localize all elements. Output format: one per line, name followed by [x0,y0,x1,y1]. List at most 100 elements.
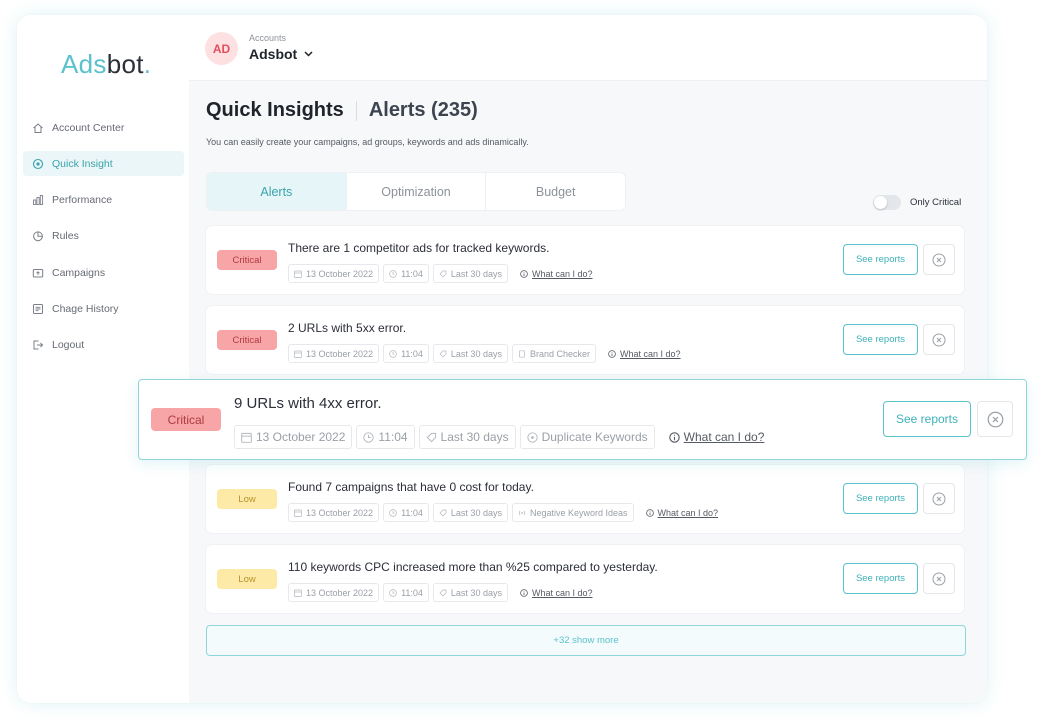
tag-icon [439,509,447,516]
clock-icon [389,588,397,597]
what-can-i-do-link[interactable]: What can I do? [608,349,681,359]
close-circle-icon [987,411,1003,427]
dismiss-button[interactable] [923,483,955,514]
severity-badge: Low [217,489,277,509]
sidebar-item-account-center[interactable]: Account Center [23,115,184,140]
dismiss-button[interactable] [977,401,1013,437]
range-chip: Last 30 days [432,344,508,363]
what-can-i-do-link[interactable]: What can I do? [520,588,593,598]
topbar: AD Accounts Adsbot [189,15,987,81]
sidebar-item-campaigns[interactable]: Campaigns [23,260,184,285]
time-chip: 11:04 [383,264,429,283]
alert-meta: 13 October 2022 11:04 Last 30 days Brand… [288,344,681,363]
home-icon [33,122,43,133]
see-reports-button[interactable]: See reports [843,483,918,514]
sidebar: Adsbot. Account Center Quick Insight Per… [17,15,190,703]
calendar-icon [294,509,302,517]
title-divider [355,100,357,121]
sidebar-item-change-history[interactable]: Chage History [23,296,184,321]
alert-meta: 13 October 2022 11:04 Last 30 days Negat… [288,503,718,522]
app-window: Adsbot. Account Center Quick Insight Per… [17,15,987,703]
account-name: Adsbot [249,46,298,62]
sidebar-item-label: Account Center [52,121,125,134]
sidebar-item-label: Campaigns [52,266,106,279]
time-chip: 11:04 [383,503,429,522]
show-more-button[interactable]: +32 show more [206,625,966,656]
see-reports-button[interactable]: See reports [883,401,971,437]
range-chip: Last 30 days [418,425,516,449]
duplicate-icon [526,431,538,443]
severity-badge: Low [217,569,277,589]
time-chip: 11:04 [383,583,429,602]
tool-chip: Brand Checker [511,344,596,363]
avatar[interactable]: AD [205,32,238,65]
see-reports-button[interactable]: See reports [843,324,918,355]
toggle-knob [874,196,887,209]
clock-icon [389,349,397,358]
sidebar-item-label: Performance [52,194,113,207]
sidebar-item-rules[interactable]: Rules [23,224,184,249]
calendar-icon [241,432,252,443]
sidebar-item-quick-insight[interactable]: Quick Insight [23,151,184,177]
info-icon [608,349,616,358]
info-icon [668,431,680,443]
accounts-label: Accounts [249,33,287,43]
close-circle-icon [932,253,946,266]
dismiss-button[interactable] [923,563,955,594]
tab-optimization[interactable]: Optimization [347,173,487,210]
close-circle-icon [932,333,946,346]
alert-title: There are 1 competitor ads for tracked k… [288,241,550,255]
alert-card: Critical 2 URLs with 5xx error. 13 Octob… [206,306,964,374]
time-chip: 11:04 [356,425,415,449]
range-chip: Last 30 days [432,503,508,522]
page-title: Quick Insights [206,99,344,121]
calendar-icon [294,350,302,358]
range-chip: Last 30 days [432,583,508,602]
tab-alerts[interactable]: Alerts [207,173,347,210]
what-can-i-do-link[interactable]: What can I do? [668,430,764,444]
info-icon [645,508,654,517]
chevron-down-icon [304,51,313,57]
only-critical-toggle[interactable] [873,195,901,210]
campaign-icon [32,268,44,278]
dismiss-button[interactable] [923,244,955,275]
alert-card: Critical There are 1 competitor ads for … [206,226,964,294]
see-reports-button[interactable]: See reports [843,563,918,594]
close-circle-icon [932,572,946,585]
sidebar-item-performance[interactable]: Performance [23,188,184,213]
alert-meta: 13 October 2022 11:04 Last 30 days What … [288,583,593,602]
what-can-i-do-link[interactable]: What can I do? [645,508,718,518]
page-title-row: Quick Insights Alerts (235) [206,99,478,122]
severity-badge: Critical [151,408,221,431]
alert-meta: 13 October 2022 11:04 Last 30 days What … [288,264,593,283]
clock-icon [389,269,397,278]
account-switcher[interactable]: Adsbot [249,46,313,62]
tool-chip: Negative Keyword Ideas [511,503,634,522]
insight-icon [32,158,44,169]
clock-icon [363,431,375,443]
date-chip: 13 October 2022 [288,503,380,522]
range-chip: Last 30 days [432,264,508,283]
alert-title: 9 URLs with 4xx error. [234,395,382,412]
sidebar-item-logout[interactable]: Logout [23,333,184,358]
calendar-icon [294,589,302,597]
see-reports-button[interactable]: See reports [843,244,918,275]
alert-card: Low 110 keywords CPC increased more than… [206,545,964,613]
clock-icon [389,508,397,517]
sidebar-item-label: Quick Insight [52,157,113,170]
history-icon [33,303,43,314]
tool-chip: Duplicate Keywords [519,425,655,449]
alert-title: 110 keywords CPC increased more than %25… [288,560,658,574]
tab-budget[interactable]: Budget [486,173,625,210]
tag-icon [439,589,447,596]
sidebar-nav: Account Center Quick Insight Performance… [23,115,184,369]
date-chip: 13 October 2022 [288,264,380,283]
dismiss-button[interactable] [923,324,955,355]
tag-icon [439,350,447,357]
what-can-i-do-link[interactable]: What can I do? [520,269,593,279]
calendar-icon [294,270,302,278]
sidebar-item-label: Logout [52,339,85,352]
alerts-count-title: Alerts (235) [368,99,478,121]
alert-meta: 13 October 2022 11:04 Last 30 days Dupli… [234,425,764,449]
adsbot-logo[interactable]: Adsbot. [61,49,151,80]
